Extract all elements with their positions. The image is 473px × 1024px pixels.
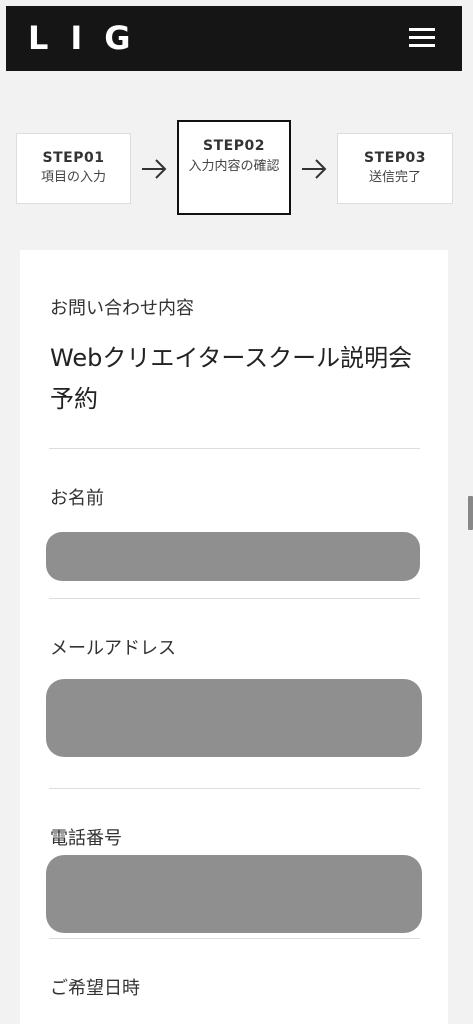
step-label: 送信完了 [368,170,421,185]
step-number: STEP02 [203,138,265,154]
name-value-redacted [46,532,420,581]
name-label: お名前 [50,488,104,509]
step-label: 項目の入力 [40,170,106,185]
email-value-redacted [46,679,422,757]
email-label: メールアドレス [50,638,176,659]
step-number: STEP01 [42,150,105,166]
step-3: STEP03 送信完了 [337,133,453,204]
phone-label: 電話番号 [50,828,122,849]
site-logo[interactable]: LIG [28,20,153,56]
menu-bar [409,28,435,31]
datetime-label: ご希望日時 [50,978,140,999]
arrow-right-icon [302,159,327,179]
menu-bar [409,36,435,39]
step-2-current: STEP02 入力内容の確認 [177,120,291,215]
divider [49,788,420,789]
step-1: STEP01 項目の入力 [16,133,131,204]
step-label: 入力内容の確認 [188,159,280,174]
phone-value-redacted [46,855,422,933]
hamburger-menu-icon[interactable] [407,26,437,50]
inquiry-label: お問い合わせ内容 [50,298,194,319]
divider [49,938,420,939]
scroll-indicator[interactable] [468,496,473,530]
step-number: STEP03 [364,150,426,166]
arrow-right-icon [142,159,167,179]
confirmation-card: お問い合わせ内容 Webクリエイタースクール説明会予約 お名前 メールアドレス … [20,250,448,1024]
inquiry-value: Webクリエイタースクール説明会予約 [50,344,413,413]
divider [49,598,420,599]
site-header: LIG [6,6,462,71]
menu-bar [409,44,435,47]
divider [49,448,420,449]
